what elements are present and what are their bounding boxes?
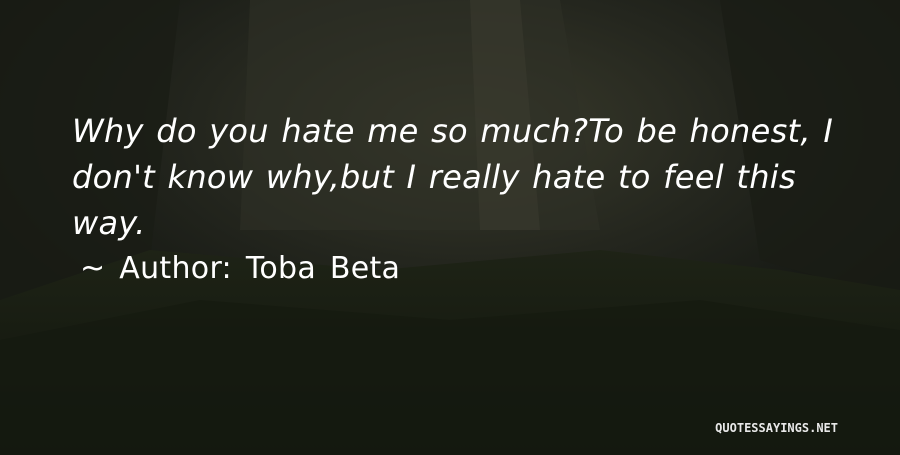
author-prefix: ~ xyxy=(80,251,106,286)
author-name: Toba Beta xyxy=(245,251,401,286)
watermark: QUOTESSAYINGS.NET xyxy=(715,421,838,435)
quote-block: Why do you hate me so much?To be honest,… xyxy=(72,108,862,292)
quote-text: Why do you hate me so much?To be honest,… xyxy=(72,112,834,242)
author-label: Author: xyxy=(119,251,232,286)
author-line: ~ Author: Toba Beta xyxy=(72,246,862,292)
